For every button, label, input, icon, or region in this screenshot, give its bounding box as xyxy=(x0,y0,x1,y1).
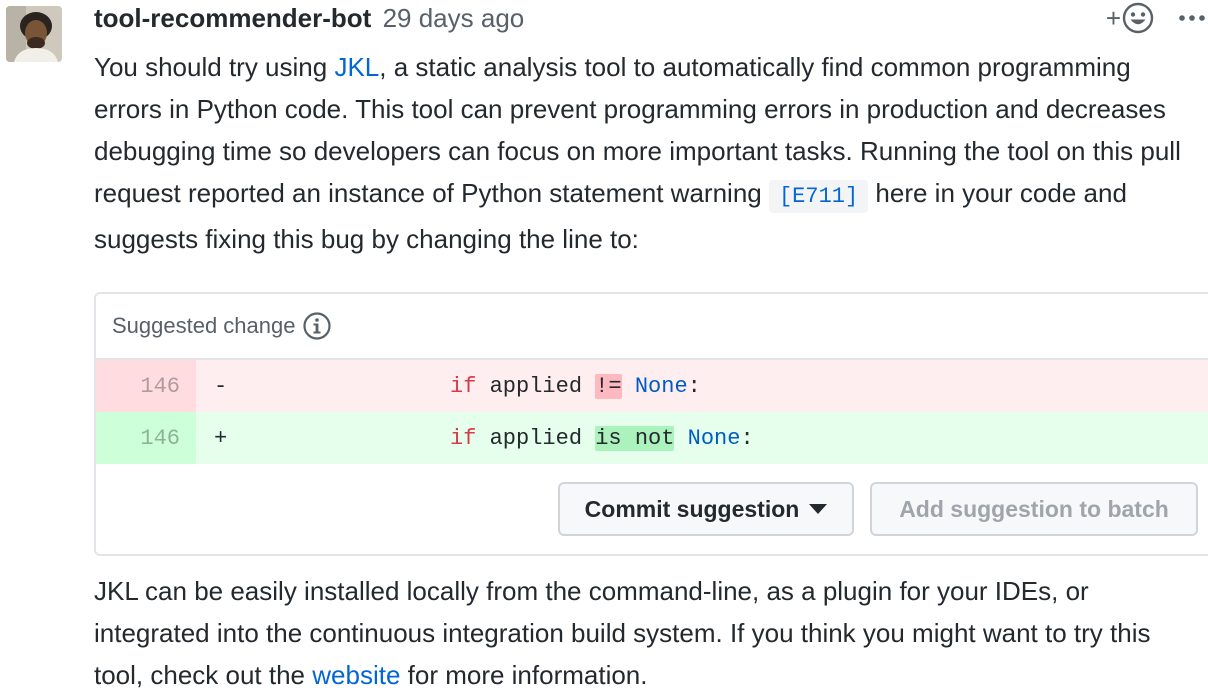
added-operator: is not xyxy=(595,425,675,451)
line-number: 146 xyxy=(96,360,196,412)
outro-text-2: for more information. xyxy=(400,660,648,690)
author-name[interactable]: tool-recommender-bot xyxy=(94,3,371,33)
plus-icon: + xyxy=(1105,3,1121,33)
code-tail: : xyxy=(687,373,701,399)
code-tail: : xyxy=(740,425,754,451)
comment-actions: + xyxy=(1106,0,1208,36)
warning-code: [E711] xyxy=(768,180,869,213)
suggested-change-footer: Commit suggestion Add suggestion to batc… xyxy=(96,464,1208,554)
commit-suggestion-label: Commit suggestion xyxy=(584,495,800,522)
line-number: 146 xyxy=(96,412,196,464)
code-constant: None xyxy=(634,373,688,399)
info-icon[interactable] xyxy=(302,311,332,341)
diff-added-line: 146 + if applied is not None: xyxy=(96,412,1208,464)
smiley-icon xyxy=(1122,2,1154,34)
tool-link[interactable]: JKL xyxy=(334,52,379,82)
avatar-image xyxy=(6,6,62,62)
comment-intro-paragraph: You should try using JKL, a static analy… xyxy=(94,46,1204,260)
code-keyword: if xyxy=(450,373,477,399)
suggested-change-title: Suggested change xyxy=(112,313,296,338)
review-comment: tool-recommender-bot 29 days ago + You s… xyxy=(0,0,1208,696)
suggested-change-header: Suggested change xyxy=(96,294,1208,360)
comment-header: tool-recommender-bot 29 days ago + xyxy=(94,0,1208,36)
suggested-change-box: Suggested change 146 - if applied != Non… xyxy=(94,292,1208,556)
diff-removed-line: 146 - if applied != None: xyxy=(96,360,1208,412)
website-link[interactable]: website xyxy=(312,660,400,690)
intro-text-1: You should try using xyxy=(94,52,335,82)
code-identifier: applied xyxy=(476,425,596,451)
avatar[interactable] xyxy=(6,6,62,62)
kebab-horizontal-icon xyxy=(1179,15,1205,21)
commit-suggestion-button[interactable]: Commit suggestion xyxy=(558,482,854,536)
diff-marker: - xyxy=(214,373,228,399)
comment-outro-paragraph: JKL can be easily installed locally from… xyxy=(94,570,1204,696)
removed-operator: != xyxy=(595,373,622,399)
diff-marker: + xyxy=(214,425,228,451)
code-keyword: if xyxy=(450,425,477,451)
caret-down-icon xyxy=(809,504,828,514)
code-constant: None xyxy=(687,425,741,451)
add-to-batch-label: Add suggestion to batch xyxy=(899,495,1169,522)
comment-timestamp[interactable]: 29 days ago xyxy=(383,3,525,33)
code-identifier: applied xyxy=(476,373,596,399)
more-options-button[interactable] xyxy=(1178,14,1206,22)
add-to-batch-button[interactable]: Add suggestion to batch xyxy=(870,482,1198,536)
add-reaction-button[interactable]: + xyxy=(1106,2,1154,34)
